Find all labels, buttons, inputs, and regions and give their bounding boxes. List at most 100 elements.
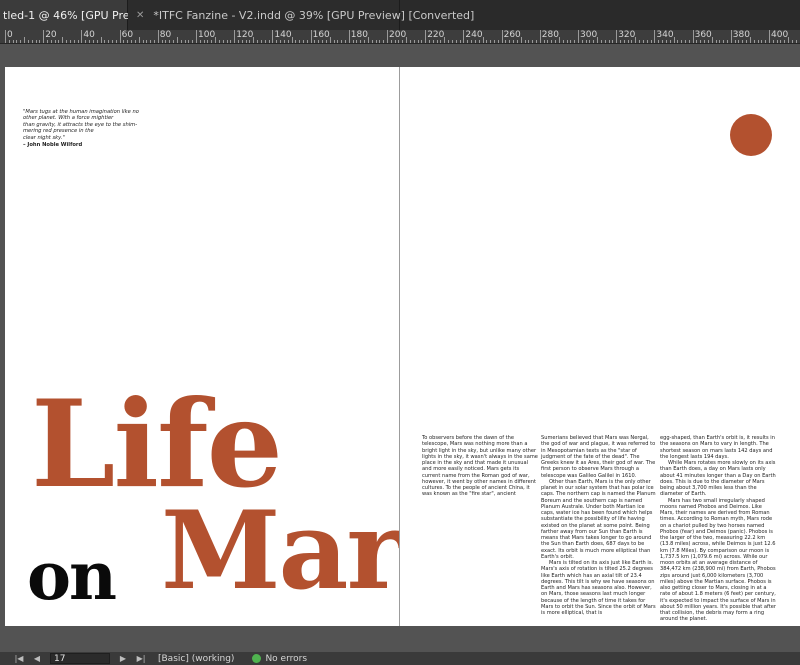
- tab-label: *ITFC Fanzine - V2.indd @ 39% [GPU Previ…: [153, 8, 475, 22]
- ruler-tick: [616, 30, 618, 43]
- ruler-tick: [646, 40, 648, 43]
- ruler-tick: [8, 40, 10, 43]
- ruler-tick: [639, 40, 641, 43]
- first-page-button[interactable]: |◀: [10, 654, 28, 663]
- ruler-tick: [295, 40, 297, 43]
- ruler-tick: [39, 40, 41, 43]
- ruler-tick: [791, 40, 793, 43]
- ruler-tick: [253, 37, 255, 43]
- ruler-tick: [658, 40, 660, 43]
- ruler-tick: [440, 40, 442, 43]
- ruler-tick: [459, 40, 461, 43]
- ruler-tick: [769, 30, 770, 43]
- mars-circle[interactable]: [730, 114, 772, 156]
- ruler-label: 360: [694, 30, 712, 40]
- ruler-tick: [662, 40, 664, 43]
- ruler-tick: [230, 40, 232, 43]
- preflight-status-text[interactable]: No errors: [265, 654, 307, 664]
- text-column-2[interactable]: Sumerians believed that Mars was Nergal,…: [541, 435, 657, 616]
- ruler-tick: [746, 40, 748, 43]
- ruler-label: 340: [656, 30, 674, 40]
- text-column-3[interactable]: egg-shaped, than Earth's orbit is, it re…: [660, 435, 776, 623]
- pull-quote[interactable]: "Mars tugs at the human imagination like…: [23, 109, 143, 148]
- left-page[interactable]: "Mars tugs at the human imagination like…: [5, 67, 399, 626]
- text-column-1[interactable]: To observers before the dawn of the tele…: [422, 435, 538, 498]
- ruler-tick: [493, 40, 495, 43]
- ruler-label: 100: [198, 30, 216, 40]
- ruler-tick: [711, 37, 713, 43]
- ruler-tick: [291, 37, 293, 43]
- ruler-tick: [432, 40, 434, 43]
- ruler-tick: [539, 30, 541, 43]
- ruler-tick: [688, 40, 690, 43]
- ruler-tick: [119, 30, 121, 43]
- headline-on[interactable]: on: [27, 543, 117, 609]
- ruler-tick: [348, 30, 350, 43]
- ruler-tick: [73, 40, 75, 43]
- ruler-tick: [81, 30, 83, 43]
- ruler-tick: [467, 40, 469, 43]
- ruler-label: 20: [45, 30, 57, 40]
- ruler-tick: [325, 40, 327, 43]
- ruler-tick: [379, 40, 381, 43]
- ruler-tick: [211, 40, 213, 43]
- ruler-tick: [341, 40, 343, 43]
- ruler-tick: [344, 40, 346, 43]
- headline-life[interactable]: Life: [31, 385, 283, 505]
- ruler-tick: [482, 37, 484, 43]
- next-page-button[interactable]: ▶: [114, 654, 132, 663]
- ruler-label: 180: [350, 30, 368, 40]
- ruler-tick: [738, 40, 740, 43]
- ruler-tick: [138, 37, 140, 43]
- horizontal-ruler[interactable]: 0 20 40 60 80 100 120 140 160 180 200 220 240 260 280 3…: [0, 30, 800, 44]
- ruler-tick: [478, 40, 480, 43]
- ruler-label: 160: [312, 30, 330, 40]
- tab-untitled-1[interactable]: tled-1 @ 46% [GPU Preview]: [0, 0, 159, 30]
- pasteboard[interactable]: "Mars tugs at the human imagination like…: [0, 45, 800, 652]
- ruler-tick: [387, 30, 388, 43]
- ruler-tick: [570, 40, 572, 43]
- ruler-tick: [173, 40, 175, 43]
- last-page-button[interactable]: ▶|: [132, 654, 150, 663]
- ruler-tick: [169, 40, 171, 43]
- close-icon[interactable]: ✕: [136, 10, 144, 21]
- ruler-tick: [730, 30, 732, 43]
- ruler-tick: [249, 40, 251, 43]
- ruler-tick: [776, 40, 778, 43]
- ruler-tick: [218, 40, 220, 43]
- ruler-tick: [62, 37, 64, 43]
- ruler-tick: [127, 40, 129, 43]
- ruler-tick: [597, 37, 599, 43]
- page-number-field[interactable]: 17: [50, 653, 110, 664]
- ruler-tick: [719, 40, 721, 43]
- ruler-tick: [700, 40, 702, 43]
- previous-page-button[interactable]: ◀: [28, 654, 46, 663]
- ruler-tick: [505, 40, 507, 43]
- right-page[interactable]: To observers before the dawn of the tele…: [400, 67, 800, 626]
- ruler-tick: [58, 40, 60, 43]
- ruler-tick: [241, 40, 243, 43]
- status-bar: |◀ ◀ 17 ▶ ▶| [Basic] (working) No errors: [0, 652, 800, 665]
- ruler-tick: [234, 30, 236, 43]
- ruler-label: 220: [427, 30, 445, 40]
- ruler-tick: [474, 40, 476, 43]
- ruler-tick: [35, 40, 37, 43]
- ruler-tick: [245, 40, 247, 43]
- ruler-tick: [604, 40, 606, 43]
- ruler-tick: [85, 40, 87, 43]
- ruler-tick: [111, 40, 113, 43]
- ruler-tick: [574, 40, 576, 43]
- body-paragraph: Mars is tilted on its axis just like Ear…: [541, 560, 656, 616]
- ruler-tick: [115, 40, 117, 43]
- ruler-tick: [375, 40, 377, 43]
- ruler-label: 200: [389, 30, 407, 40]
- ruler-tick: [337, 40, 339, 43]
- ruler-label: 320: [618, 30, 636, 40]
- workspace-mode-label[interactable]: [Basic] (working): [158, 654, 234, 664]
- tab-itfc-fanzine[interactable]: ✕ *ITFC Fanzine - V2.indd @ 39% [GPU Pre…: [128, 0, 474, 30]
- ruler-label: 400: [771, 30, 789, 40]
- headline-mars[interactable]: Mars.: [161, 497, 399, 605]
- ruler-tick: [497, 40, 499, 43]
- ruler-tick: [409, 40, 411, 43]
- ruler-label: 40: [83, 30, 95, 40]
